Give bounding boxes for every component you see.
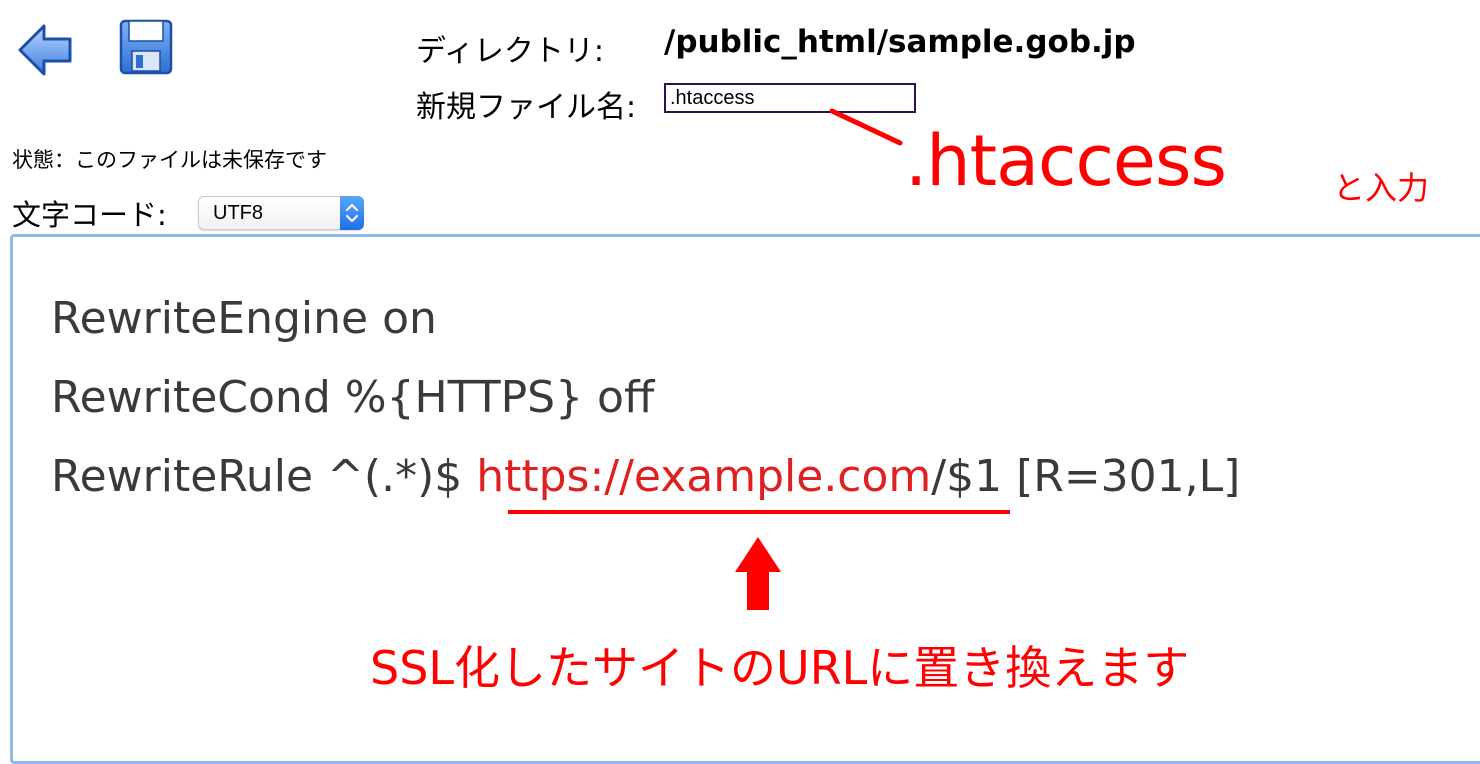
back-arrow-icon[interactable] xyxy=(16,22,74,78)
code-line-2: RewriteCond %{HTTPS} off xyxy=(51,372,655,423)
annotation-pointer-line xyxy=(829,108,903,146)
directory-label: ディレクトリ: xyxy=(416,34,605,69)
code-line-3: RewriteRule ^(.*)$ https://example.com/$… xyxy=(51,451,1240,502)
annotation-input-instruction: と入力 xyxy=(1333,169,1430,207)
directory-path: /public_html/sample.gob.jp xyxy=(664,24,1136,60)
file-status-text: 状態：このファイルは未保存です xyxy=(12,148,327,172)
annotation-htaccess: .htaccess xyxy=(905,120,1227,202)
encoding-label: 文字コード: xyxy=(12,198,167,232)
code-url-highlight: https://example.com xyxy=(476,451,932,502)
select-stepper-icon[interactable] xyxy=(340,196,364,230)
save-floppy-icon[interactable] xyxy=(118,18,174,76)
code-line-3-suffix: /$1 [R=301,L] xyxy=(931,451,1241,502)
annotation-replace-note: SSL化したサイトのURLに置き換えます xyxy=(370,641,1190,695)
new-filename-input[interactable] xyxy=(664,83,916,113)
new-filename-label: 新規ファイル名: xyxy=(416,90,637,125)
code-line-1: RewriteEngine on xyxy=(51,293,437,344)
encoding-selected-value: UTF8 xyxy=(213,202,263,224)
encoding-select[interactable]: UTF8 xyxy=(198,196,364,230)
code-line-3-prefix: RewriteRule ^(.*)$ xyxy=(51,451,477,502)
